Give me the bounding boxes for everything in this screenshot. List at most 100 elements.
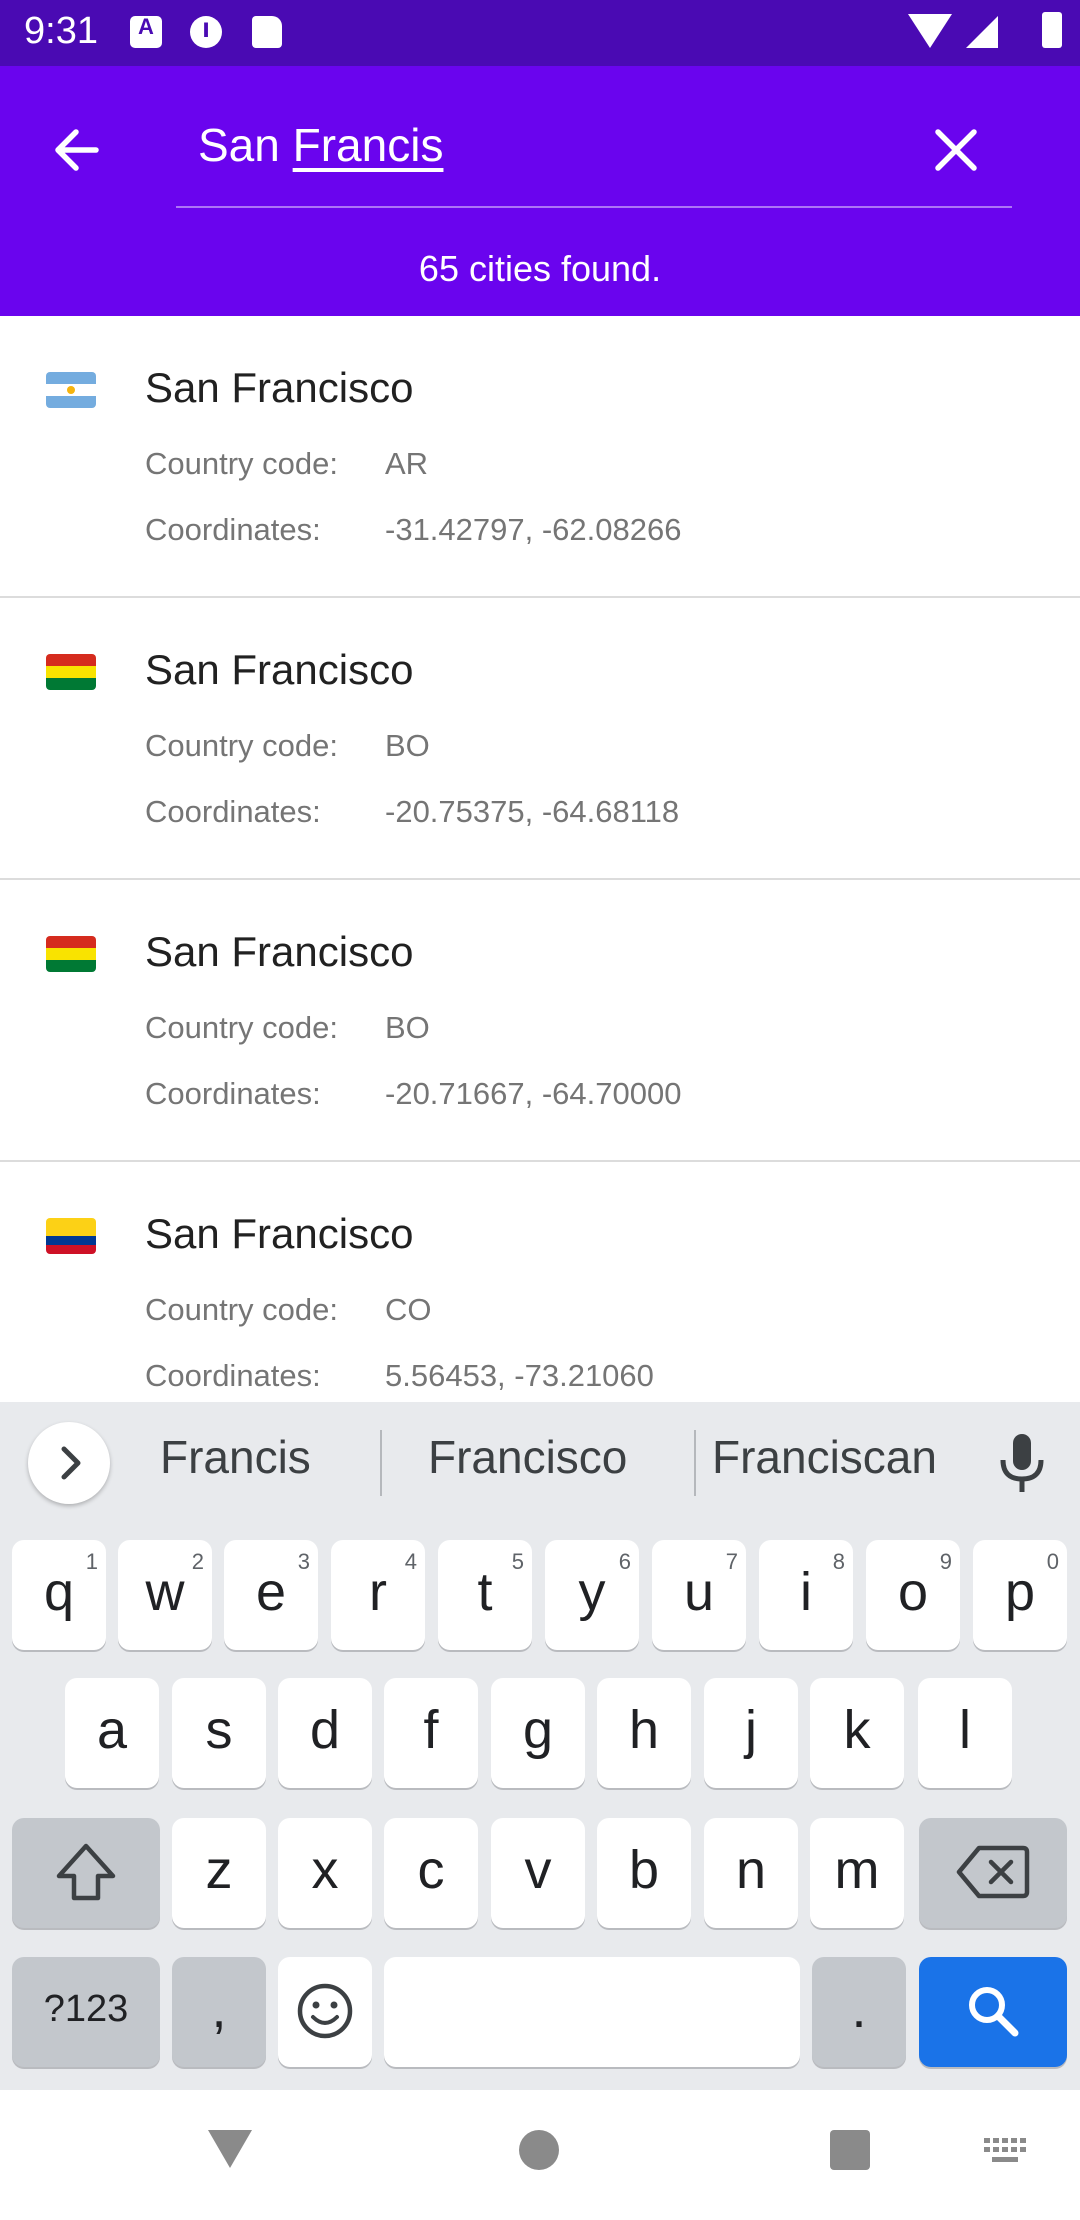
key-c[interactable]: c: [384, 1818, 478, 1928]
key-x[interactable]: x: [278, 1818, 372, 1928]
search-input[interactable]: San Francis: [198, 118, 443, 172]
suggestion-divider: [694, 1430, 696, 1496]
emoji-key[interactable]: [278, 1957, 372, 2067]
keyboard-switch-icon[interactable]: [984, 2138, 1028, 2166]
key-o[interactable]: o9: [866, 1540, 960, 1650]
accessibility-notification-icon: [130, 14, 162, 48]
suggestion-strip: Francis Francisco Franciscan: [0, 1402, 1080, 1520]
city-name: San Francisco: [145, 1210, 414, 1257]
key-g[interactable]: g: [491, 1678, 585, 1788]
key-hint: 4: [404, 1549, 417, 1574]
country-code-value: AR: [385, 446, 429, 481]
coordinates-value: -31.42797, -62.08266: [385, 512, 682, 547]
coordinates-label: Coordinates:: [145, 1076, 321, 1111]
sd-card-icon: [252, 16, 282, 48]
key-z[interactable]: z: [172, 1818, 266, 1928]
key-hint: 2: [191, 1549, 204, 1574]
key-k[interactable]: k: [810, 1678, 904, 1788]
city-list-item[interactable]: San Francisco Country code: BO Coordinat…: [0, 880, 1080, 1162]
key-w[interactable]: w2: [118, 1540, 212, 1650]
suggestion-item[interactable]: Franciscan: [712, 1430, 937, 1484]
key-a[interactable]: a: [65, 1678, 159, 1788]
key-h[interactable]: h: [597, 1678, 691, 1788]
search-icon: [969, 1987, 1019, 2037]
navigation-bar: [0, 2090, 1080, 2220]
country-code-value: BO: [385, 1010, 430, 1045]
city-list-item[interactable]: San Francisco Country code: AR Coordinat…: [0, 316, 1080, 598]
key-label: o: [897, 1562, 929, 1622]
country-code-label: Country code:: [145, 728, 338, 763]
coordinates-label: Coordinates:: [145, 1358, 321, 1393]
coordinates-value: -20.75375, -64.68118: [385, 794, 680, 829]
key-p[interactable]: p0: [973, 1540, 1067, 1650]
key-e[interactable]: e3: [224, 1540, 318, 1650]
key-hint: 8: [832, 1549, 845, 1574]
shift-icon: [56, 1843, 116, 1901]
key-hint: 7: [725, 1549, 738, 1574]
period-key[interactable]: .: [812, 1957, 906, 2067]
nav-back-icon[interactable]: [208, 2130, 252, 2168]
city-list-item[interactable]: San Francisco Country code: BO Coordinat…: [0, 598, 1080, 880]
key-d[interactable]: d: [278, 1678, 372, 1788]
voice-input-button[interactable]: [996, 1432, 1048, 1494]
city-name: San Francisco: [145, 364, 414, 411]
key-label: w: [145, 1562, 185, 1622]
key-n[interactable]: n: [704, 1818, 798, 1928]
spacebar[interactable]: [384, 1957, 800, 2067]
key-hint: 3: [297, 1549, 310, 1574]
suggestion-item[interactable]: Francis: [160, 1430, 311, 1484]
comma-key[interactable]: ,: [172, 1957, 266, 2067]
coordinates-label: Coordinates:: [145, 794, 321, 829]
country-code-label: Country code:: [145, 1292, 338, 1327]
back-button[interactable]: [40, 112, 116, 188]
city-name: San Francisco: [145, 928, 414, 975]
status-time: 9:31: [24, 10, 98, 52]
key-hint: 0: [1046, 1549, 1059, 1574]
key-label: y: [578, 1562, 606, 1622]
key-label: e: [255, 1562, 287, 1622]
search-query-composing: Francis: [292, 119, 444, 171]
bolivia-flag-icon: [46, 654, 96, 690]
shift-key[interactable]: [12, 1818, 160, 1928]
chevron-right-icon: [61, 1446, 81, 1480]
backspace-key[interactable]: [919, 1818, 1067, 1928]
city-results-list[interactable]: San Francisco Country code: AR Coordinat…: [0, 316, 1080, 1402]
nav-recents-icon[interactable]: [830, 2130, 870, 2170]
key-hint: 5: [511, 1549, 524, 1574]
key-label: u: [683, 1562, 715, 1622]
country-code-value: CO: [385, 1292, 432, 1327]
country-code-label: Country code:: [145, 1010, 338, 1045]
clear-search-button[interactable]: [918, 112, 994, 188]
key-m[interactable]: m: [810, 1818, 904, 1928]
key-s[interactable]: s: [172, 1678, 266, 1788]
key-y[interactable]: y6: [545, 1540, 639, 1650]
suggestion-item[interactable]: Francisco: [428, 1430, 627, 1484]
key-label: q: [43, 1562, 75, 1622]
coordinates-value: -20.71667, -64.70000: [385, 1076, 682, 1111]
key-i[interactable]: i8: [759, 1540, 853, 1650]
key-b[interactable]: b: [597, 1818, 691, 1928]
close-icon: [935, 129, 977, 171]
results-count: 65 cities found.: [418, 248, 662, 289]
search-key[interactable]: [919, 1957, 1067, 2067]
key-r[interactable]: r4: [331, 1540, 425, 1650]
key-f[interactable]: f: [384, 1678, 478, 1788]
key-j[interactable]: j: [704, 1678, 798, 1788]
search-query-text: San: [198, 119, 293, 171]
key-q[interactable]: q1: [12, 1540, 106, 1650]
expand-suggestions-button[interactable]: [28, 1422, 110, 1504]
arrow-back-icon: [55, 129, 99, 171]
key-v[interactable]: v: [491, 1818, 585, 1928]
status-bar: 9:31: [0, 0, 1080, 66]
key-l[interactable]: l: [918, 1678, 1012, 1788]
key-t[interactable]: t5: [438, 1540, 532, 1650]
key-hint: 1: [85, 1549, 98, 1574]
symbols-key[interactable]: ?123: [12, 1957, 160, 2067]
argentina-flag-icon: [46, 372, 96, 408]
coordinates-label: Coordinates:: [145, 512, 321, 547]
nav-home-icon[interactable]: [519, 2130, 559, 2170]
city-list-item[interactable]: San Francisco Country code: CO Coordinat…: [0, 1162, 1080, 1402]
backspace-icon: [956, 1845, 1030, 1899]
country-code-value: BO: [385, 728, 430, 763]
key-u[interactable]: u7: [652, 1540, 746, 1650]
